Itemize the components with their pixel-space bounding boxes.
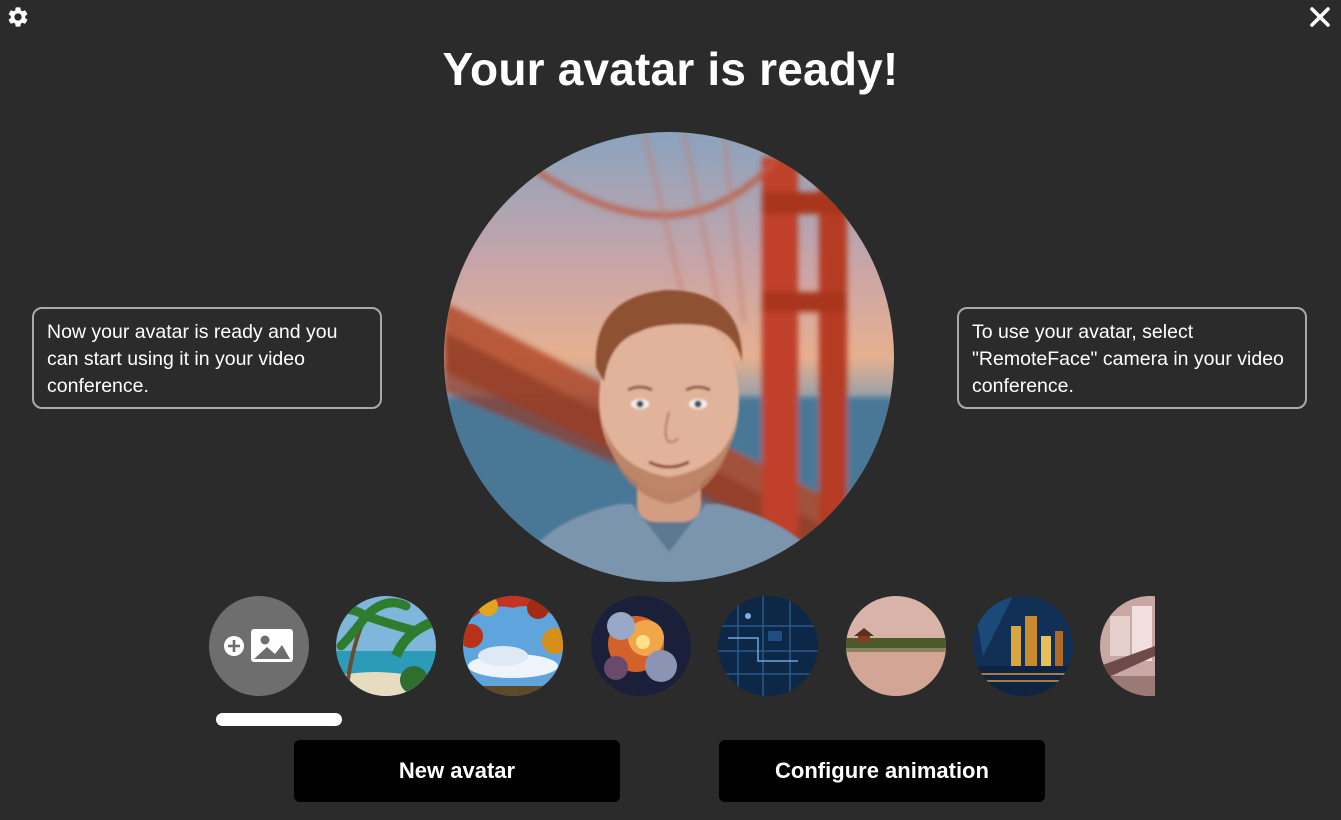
background-autumn-leaves-sky[interactable] <box>463 596 563 696</box>
background-city-street-partial[interactable] <box>1100 596 1155 696</box>
background-palace-lake-sunset[interactable] <box>846 596 946 696</box>
new-avatar-button[interactable]: New avatar <box>294 740 620 802</box>
background-city-night-bridge[interactable] <box>973 596 1073 696</box>
avatar-preview <box>444 132 894 582</box>
add-background-button[interactable] <box>209 596 309 696</box>
background-fire-explosion[interactable] <box>591 596 691 696</box>
scrollbar-thumb[interactable] <box>216 713 342 726</box>
page-title: Your avatar is ready! <box>442 43 899 95</box>
close-icon[interactable] <box>1309 6 1331 28</box>
configure-animation-button[interactable]: Configure animation <box>719 740 1045 802</box>
camera-info-box: To use your avatar, select "RemoteFace" … <box>957 307 1307 409</box>
background-digital-circuit[interactable] <box>718 596 818 696</box>
add-image-icon <box>224 629 293 662</box>
gear-icon[interactable] <box>6 5 30 29</box>
background-tropical-beach[interactable] <box>336 596 436 696</box>
background-scrollbar[interactable] <box>200 713 1155 727</box>
background-selector <box>200 596 1155 696</box>
ready-info-box: Now your avatar is ready and you can sta… <box>32 307 382 409</box>
